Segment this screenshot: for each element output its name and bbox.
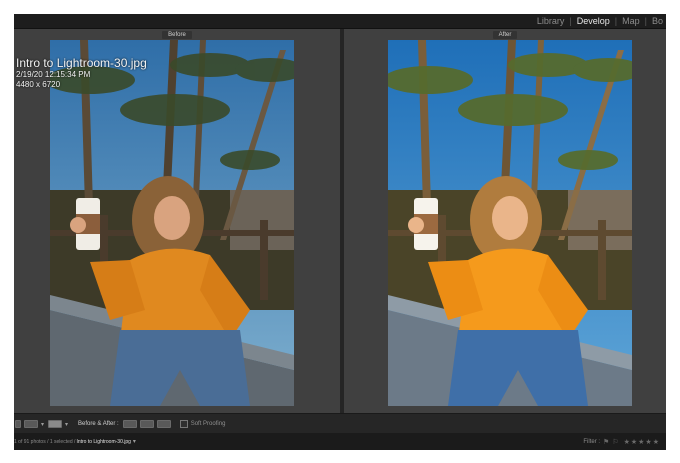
- module-develop[interactable]: Develop: [574, 16, 613, 26]
- before-after-view-button[interactable]: [48, 420, 63, 428]
- copy-after-to-before-button[interactable]: [139, 420, 154, 428]
- chevron-down-icon[interactable]: ▾: [65, 421, 68, 428]
- module-bar: Library | Develop | Map | Bo: [14, 14, 666, 29]
- current-file-name[interactable]: Intro to Lightroom-30.jpg: [76, 439, 130, 445]
- before-after-view: Intro to Lightroom-30.jpg 2/19/20 12:15:…: [14, 29, 666, 413]
- soft-proofing-label: Soft Proofing: [190, 421, 226, 427]
- filmstrip-status-bar: 1 of 91 photos / 1 selected / Intro to L…: [14, 433, 666, 450]
- before-photo[interactable]: [50, 40, 294, 406]
- before-after-label: Before & After :: [78, 421, 119, 427]
- after-photo-image: [388, 40, 632, 406]
- module-book[interactable]: Bo: [649, 16, 666, 26]
- chevron-down-icon[interactable]: ▾: [41, 421, 44, 428]
- filter-controls: Filter : ⚑ ⚐ ★★★★★: [583, 433, 660, 450]
- after-pane[interactable]: After: [344, 29, 666, 413]
- info-datetime: 2/19/20 12:15:34 PM: [16, 70, 91, 79]
- module-picker: Library | Develop | Map | Bo: [534, 14, 666, 28]
- after-photo[interactable]: [388, 40, 632, 406]
- after-label: After: [492, 31, 518, 39]
- info-filename: Intro to Lightroom-30.jpg: [16, 56, 147, 70]
- chevron-down-icon[interactable]: ▾: [133, 438, 136, 445]
- before-photo-image: [50, 40, 294, 406]
- before-label: Before: [162, 31, 192, 39]
- flag-reject-filter-icon[interactable]: ⚐: [612, 438, 618, 446]
- filter-label: Filter :: [583, 438, 601, 445]
- loupe-view-button[interactable]: [15, 420, 21, 428]
- soft-proofing-checkbox[interactable]: [179, 420, 188, 428]
- module-library[interactable]: Library: [534, 16, 568, 26]
- lightroom-window: Library | Develop | Map | Bo Intro to Li…: [14, 14, 666, 450]
- module-map[interactable]: Map: [619, 16, 643, 26]
- swap-settings-button[interactable]: [156, 420, 171, 428]
- flag-filter-icon[interactable]: ⚑: [603, 438, 609, 446]
- photo-count: 1 of 91 photos / 1 selected /: [14, 438, 76, 445]
- info-overlay: Intro to Lightroom-30.jpg 2/19/20 12:15:…: [16, 56, 147, 90]
- star-rating-filter[interactable]: ★★★★★: [624, 438, 660, 446]
- bottom-toolbar: ▾ ▾ Before & After : Soft Proofing: [14, 413, 666, 434]
- copy-before-to-after-button[interactable]: [122, 420, 137, 428]
- info-dimensions: 4480 x 6720: [16, 80, 61, 89]
- compare-view-button[interactable]: [24, 420, 38, 428]
